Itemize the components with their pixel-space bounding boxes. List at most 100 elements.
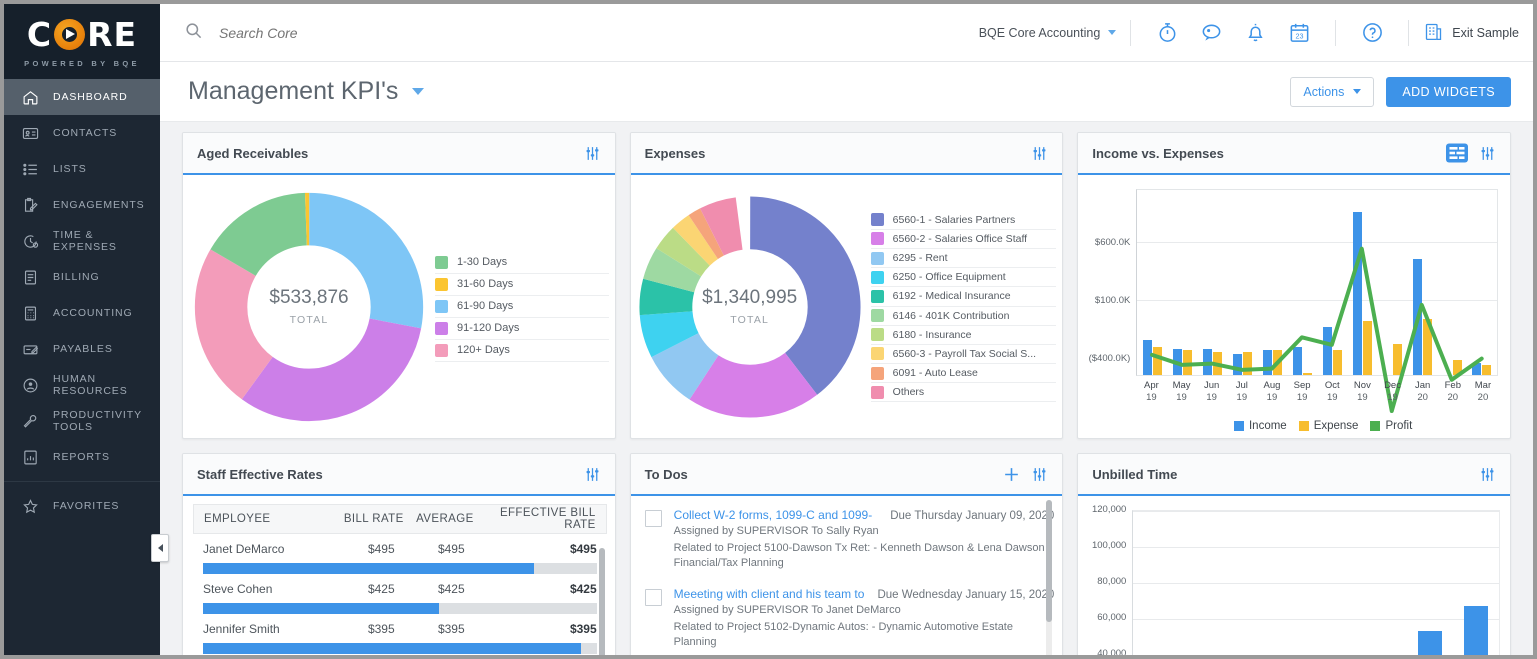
legend-swatch: [435, 255, 448, 269]
legend-item[interactable]: 6560-1 - Salaries Partners: [870, 211, 1057, 230]
legend-swatch: [435, 321, 448, 335]
table-view-toggle-icon[interactable]: [1445, 141, 1469, 165]
search-input[interactable]: [219, 24, 539, 41]
table-scrollbar[interactable]: [598, 548, 605, 655]
sidebar: C RE POWERED BY BQE DASHBOARD CONTACTS L…: [4, 4, 169, 655]
sidebar-item-payables[interactable]: PAYABLES: [4, 331, 160, 367]
sidebar-nav: DASHBOARD CONTACTS LISTS ENGAGEMENTS TIM…: [4, 79, 160, 655]
table-row[interactable]: Jennifer Smith $395 $395 $395: [193, 614, 607, 654]
cell-employee: Jennifer Smith: [203, 622, 280, 636]
legend-item[interactable]: 6560-2 - Salaries Office Staff: [870, 230, 1057, 249]
widget-settings-sliders-icon[interactable]: [1031, 466, 1048, 483]
widget-settings-sliders-icon[interactable]: [1479, 466, 1496, 483]
legend-item[interactable]: 6295 - Rent: [870, 249, 1057, 269]
widget-body: $533,876 TOTAL 1-30 Days 31-60 Days 61-9…: [183, 175, 615, 438]
legend-swatch: [870, 366, 884, 380]
todo-item[interactable]: Collect W-2 forms, 1099-C and 1099- Due …: [644, 508, 1054, 571]
x-tick: Sep 19: [1293, 380, 1311, 403]
legend-item[interactable]: Others: [870, 383, 1057, 403]
sidebar-item-accounting[interactable]: ACCOUNTING: [4, 295, 160, 331]
legend-item[interactable]: Profit: [1370, 420, 1412, 432]
unbilled-time-chart[interactable]: 120,000 100,000 80,000 60,000 40,000: [1078, 496, 1510, 655]
add-todo-plus-icon[interactable]: [1002, 465, 1021, 484]
legend-item[interactable]: Income: [1233, 420, 1287, 432]
legend-item[interactable]: Expense: [1298, 420, 1358, 432]
column-header-employee: EMPLOYEE: [204, 513, 271, 525]
sidebar-item-human-resources[interactable]: HUMAN RESOURCES: [4, 367, 160, 403]
page-header: Management KPI's Actions ADD WIDGETS: [160, 62, 1533, 122]
sidebar-item-engagements[interactable]: ENGAGEMENTS: [4, 187, 160, 223]
building-icon: [1423, 21, 1444, 45]
sidebar-item-reports[interactable]: REPORTS: [4, 439, 160, 475]
legend-item[interactable]: 6250 - Office Equipment: [870, 268, 1057, 288]
legend-item[interactable]: 6192 - Medical Insurance: [870, 287, 1057, 307]
company-selector[interactable]: BQE Core Accounting: [979, 26, 1117, 40]
widget-settings-sliders-icon[interactable]: [584, 145, 601, 162]
actions-button[interactable]: Actions: [1290, 76, 1375, 107]
legend-item[interactable]: 6146 - 401K Contribution: [870, 307, 1057, 326]
widget-header: Staff Effective Rates: [183, 454, 615, 496]
table-row[interactable]: Janet DeMarco $495 $495 $495: [193, 534, 607, 574]
sidebar-item-favorites[interactable]: FAVORITES: [4, 488, 160, 524]
sidebar-item-dashboard[interactable]: DASHBOARD: [4, 79, 160, 115]
expenses-donut[interactable]: $1,340,995 TOTAL: [639, 195, 861, 418]
sidebar-item-contacts[interactable]: CONTACTS: [4, 115, 160, 151]
sidebar-item-lists[interactable]: LISTS: [4, 151, 160, 187]
add-widgets-button[interactable]: ADD WIDGETS: [1386, 76, 1511, 107]
bar-slot: [1453, 511, 1499, 655]
legend-swatch: [870, 270, 884, 284]
exit-sample-button[interactable]: Exit Sample: [1423, 21, 1519, 45]
widget-expenses: Expenses $1,340,995 TOTAL 6560-1 - Salar…: [629, 132, 1064, 439]
bar-slot: [1133, 511, 1179, 655]
sidebar-item-billing[interactable]: BILLING: [4, 259, 160, 295]
todo-title[interactable]: Collect W-2 forms, 1099-C and 1099-: [674, 508, 873, 522]
legend-item[interactable]: 31-60 Days: [435, 274, 609, 296]
widget-unbilled-time: Unbilled Time 120,000 100,000 80,000 60,…: [1077, 453, 1511, 655]
legend-swatch: [435, 277, 448, 291]
x-tick: May 19: [1172, 380, 1191, 403]
widget-title: Aged Receivables: [197, 145, 309, 161]
legend-item[interactable]: 61-90 Days: [435, 296, 609, 318]
todo-scrollbar[interactable]: [1046, 500, 1053, 655]
todo-checkbox[interactable]: [644, 589, 662, 606]
core-logo[interactable]: C RE POWERED BY BQE: [4, 4, 160, 79]
sidebar-item-time-and-expenses[interactable]: TIME & EXPENSES: [4, 223, 160, 259]
widget-to-dos: To Dos Collect W-2 forms, 1099-C and 109…: [629, 453, 1064, 655]
invoice-icon: [20, 267, 40, 287]
rate-progress-bar: [203, 603, 597, 614]
legend-item[interactable]: 6180 - Insurance: [870, 326, 1057, 345]
legend-item[interactable]: 6091 - Auto Lease: [870, 364, 1057, 384]
income-vs-expenses-chart[interactable]: $600.0K $100.0K ($400.0K) Apr 19 May 19 …: [1078, 175, 1510, 438]
widget-settings-sliders-icon[interactable]: [584, 466, 601, 483]
legend-label: Income: [1248, 420, 1287, 432]
widget-grid: Aged Receivables $533,876 TOTAL 1-30 Day…: [160, 122, 1533, 655]
legend-label: 120+ Days: [457, 344, 510, 356]
x-tick: Dec 19: [1384, 380, 1401, 403]
legend-item[interactable]: 91-120 Days: [435, 318, 609, 340]
y-axis-label: 100,000: [1091, 540, 1127, 551]
legend-item[interactable]: 6560-3 - Payroll Tax Social S...: [870, 345, 1057, 365]
chat-bubble-icon[interactable]: [1198, 20, 1224, 46]
search-icon[interactable]: [184, 21, 203, 45]
widget-settings-sliders-icon[interactable]: [1031, 145, 1048, 162]
todo-title[interactable]: Meeeting with client and his team to: [674, 587, 865, 601]
aged-receivables-donut[interactable]: $533,876 TOTAL: [193, 191, 425, 423]
timer-icon[interactable]: [1154, 20, 1180, 46]
widget-header: Income vs. Expenses: [1078, 133, 1510, 175]
cell-bill-rate: $395: [367, 622, 395, 636]
widget-settings-sliders-icon[interactable]: [1479, 145, 1496, 162]
table-row[interactable]: Steve Cohen $425 $425 $425: [193, 574, 607, 614]
sidebar-item-productivity-tools[interactable]: PRODUCTIVITY TOOLS: [4, 403, 160, 439]
widget-aged-receivables: Aged Receivables $533,876 TOTAL 1-30 Day…: [182, 132, 616, 439]
bell-icon[interactable]: [1242, 20, 1268, 46]
dashboard-switch-chevron-icon[interactable]: [412, 88, 425, 95]
legend-item[interactable]: 1-30 Days: [435, 252, 609, 274]
help-icon[interactable]: [1359, 20, 1385, 46]
calendar-icon[interactable]: 23: [1286, 20, 1312, 46]
todo-checkbox[interactable]: [644, 510, 662, 527]
todo-item[interactable]: Meeeting with client and his team to Due…: [644, 587, 1054, 650]
top-bar: BQE Core Accounting 23: [160, 4, 1533, 62]
y-axis-label: 40,000: [1097, 648, 1127, 655]
legend-item[interactable]: 120+ Days: [435, 340, 609, 362]
collapse-sidebar-handle[interactable]: [151, 534, 169, 562]
